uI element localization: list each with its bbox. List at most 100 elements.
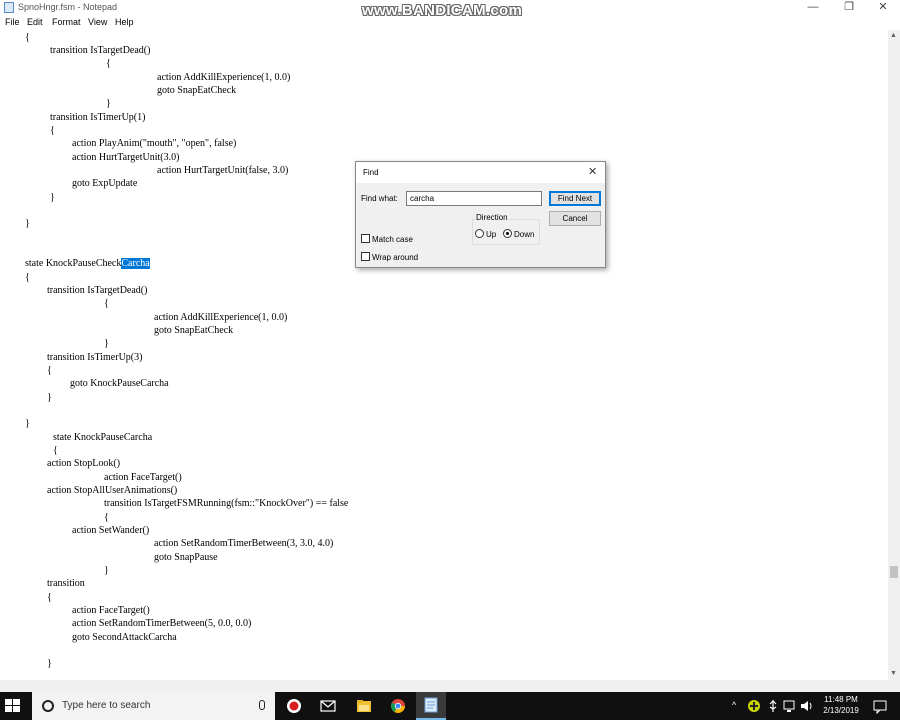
code-line: goto SnapEatCheck: [157, 85, 237, 96]
code-line: action HurtTargetUnit(false, 3.0): [157, 165, 289, 176]
code-line: goto ExpUpdate: [72, 178, 138, 189]
code-line: }: [25, 218, 30, 229]
code-line: action AddKillExperience(1, 0.0): [157, 72, 291, 83]
wrap-around-checkbox[interactable]: [361, 252, 370, 261]
code-line: action StopLook(): [47, 458, 121, 469]
find-what-input[interactable]: [406, 191, 542, 206]
search-placeholder: Type here to search: [62, 700, 151, 711]
code-line: goto SecondAttackCarcha: [72, 632, 177, 643]
code-line: state KnockPauseCarcha: [53, 432, 153, 443]
code-line: action SetWander(): [72, 525, 150, 536]
code-line: {: [47, 365, 52, 376]
system-clock[interactable]: 11:48 PM 2/13/2019: [816, 694, 866, 716]
notepad-taskbar-button[interactable]: [416, 692, 446, 720]
close-window-button[interactable]: ✕: [868, 0, 898, 16]
code-line: {: [50, 125, 55, 136]
text-editor[interactable]: { transition IsTargetDead() { action Add…: [0, 30, 888, 680]
direction-down-radio[interactable]: [503, 229, 512, 238]
code-line: transition IsTargetFSMRunning(fsm::"Knoc…: [104, 498, 349, 509]
code-line: }: [106, 98, 111, 109]
file-explorer-icon[interactable]: [356, 698, 372, 714]
code-line: {: [104, 512, 109, 523]
code-line: state KnockPauseCheckCarcha: [25, 258, 150, 270]
code-line: action HurtTargetUnit(3.0): [72, 152, 180, 163]
wrap-around-label[interactable]: Wrap around: [372, 253, 418, 262]
title-bar: SpnoHngr.fsm - Notepad www.BANDICAM.com …: [0, 0, 900, 19]
code-line: }: [47, 658, 52, 669]
code-line: transition IsTargetDead(): [47, 285, 148, 296]
search-icon: [42, 700, 54, 712]
vertical-scrollbar[interactable]: [888, 30, 900, 680]
notepad-icon: [4, 2, 14, 13]
code-line: action FaceTarget(): [104, 472, 182, 483]
menu-edit[interactable]: Edit: [27, 17, 43, 27]
code-line: }: [47, 392, 52, 403]
direction-up-label[interactable]: Up: [486, 230, 496, 239]
menu-file[interactable]: File: [5, 17, 20, 27]
cancel-button[interactable]: Cancel: [549, 211, 601, 226]
chrome-icon[interactable]: [390, 698, 406, 714]
code-line: transition IsTimerUp(1): [50, 112, 146, 123]
find-dialog-title: Find: [363, 168, 379, 177]
code-line: action SetRandomTimerBetween(5, 0.0, 0.0…: [72, 618, 252, 629]
scroll-up-arrow-icon[interactable]: ▲: [890, 32, 897, 39]
usb-icon[interactable]: [765, 698, 781, 714]
start-button[interactable]: [5, 699, 21, 713]
tray-app-icon[interactable]: [746, 698, 762, 714]
scroll-down-arrow-icon[interactable]: ▼: [890, 670, 897, 677]
code-line: {: [25, 32, 30, 43]
clock-time: 11:48 PM: [824, 695, 858, 704]
code-line: }: [104, 565, 109, 576]
code-line: goto SnapEatCheck: [154, 325, 234, 336]
code-line: {: [47, 592, 52, 603]
code-text: state KnockPauseCheck: [25, 258, 122, 269]
code-line: {: [104, 298, 109, 309]
menu-format[interactable]: Format: [52, 17, 81, 27]
vertical-scroll-thumb[interactable]: [890, 566, 898, 578]
code-line: goto KnockPauseCarcha: [70, 378, 169, 389]
find-dialog-titlebar[interactable]: Find ✕: [356, 162, 605, 183]
close-dialog-button[interactable]: ✕: [588, 165, 597, 178]
menu-view[interactable]: View: [88, 17, 107, 27]
minimize-button[interactable]: —: [798, 0, 828, 16]
code-line: action AddKillExperience(1, 0.0): [154, 312, 288, 323]
volume-icon[interactable]: [799, 698, 815, 714]
restore-button[interactable]: ❐: [834, 0, 864, 16]
direction-down-label[interactable]: Down: [514, 230, 534, 239]
search-highlight: Carcha: [121, 258, 150, 269]
code-line: action PlayAnim("mouth", "open", false): [72, 138, 237, 149]
code-line: action FaceTarget(): [72, 605, 150, 616]
tray-chevron-icon[interactable]: ^: [732, 700, 736, 710]
direction-label: Direction: [475, 213, 509, 222]
taskbar-search-box[interactable]: Type here to search: [32, 692, 275, 720]
find-next-button[interactable]: Find Next: [549, 191, 601, 206]
direction-up-radio[interactable]: [475, 229, 484, 238]
network-icon[interactable]: [782, 698, 798, 714]
code-line: }: [104, 338, 109, 349]
menu-bar: File Edit Format View Help: [0, 16, 900, 30]
menu-help[interactable]: Help: [115, 17, 134, 27]
code-line: {: [53, 445, 58, 456]
taskbar: Type here to search ^ 11:48 PM 2/13/2019: [0, 692, 900, 720]
find-dialog: Find ✕ Find what: Find Next Cancel Direc…: [355, 161, 606, 268]
code-line: {: [106, 58, 111, 69]
window-title: SpnoHngr.fsm - Notepad: [18, 2, 118, 12]
notifications-icon[interactable]: [872, 698, 888, 715]
clock-date: 2/13/2019: [823, 706, 859, 715]
scrollbar-corner: [888, 680, 900, 692]
code-line: action SetRandomTimerBetween(3, 3.0, 4.0…: [154, 538, 334, 549]
horizontal-scrollbar[interactable]: [0, 680, 888, 692]
code-line: transition IsTargetDead(): [50, 45, 151, 56]
code-line: action StopAllUserAnimations(): [47, 485, 178, 496]
match-case-label[interactable]: Match case: [372, 235, 413, 244]
bandicam-record-icon[interactable]: [286, 698, 302, 714]
find-what-label: Find what:: [361, 194, 398, 203]
mail-icon[interactable]: [320, 698, 336, 714]
code-line: {: [25, 272, 30, 283]
code-line: transition: [47, 578, 85, 589]
code-line: goto SnapPause: [154, 552, 218, 563]
match-case-checkbox[interactable]: [361, 234, 370, 243]
code-line: }: [50, 192, 55, 203]
code-line: }: [25, 418, 30, 429]
microphone-icon[interactable]: [259, 700, 265, 710]
